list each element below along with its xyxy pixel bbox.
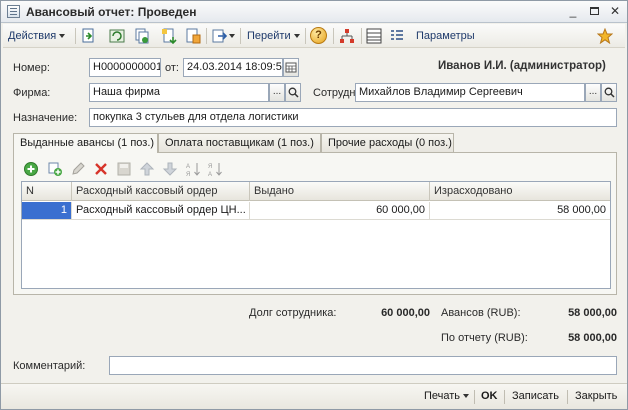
employee-field[interactable]: Михайлов Владимир Сергеевич <box>355 83 585 102</box>
issued-cell[interactable]: 60 000,00 <box>250 202 430 220</box>
column-header-issued[interactable]: Выдано <box>250 182 430 201</box>
number-field[interactable]: Н0000000001 <box>89 58 161 77</box>
firm-select-button[interactable]: ... <box>269 83 285 102</box>
chevron-down-icon[interactable] <box>229 34 235 38</box>
maximize-icon <box>589 7 599 15</box>
current-user-label: Иванов И.И. (администратор) <box>438 60 606 72</box>
advances-value: 58 000,00 <box>568 307 617 319</box>
favorite-star-icon[interactable] <box>597 28 613 44</box>
move-down-icon[interactable] <box>162 161 178 177</box>
end-edit-icon[interactable] <box>116 161 132 177</box>
goto-label: Перейти <box>247 30 291 42</box>
report-value: 58 000,00 <box>568 332 617 344</box>
maximize-button[interactable] <box>586 4 602 19</box>
table-row[interactable]: 1 Расходный кассовый ордер ЦН... 60 000,… <box>22 202 610 220</box>
firm-field[interactable]: Наша фирма <box>89 83 269 102</box>
debt-value: 60 000,00 <box>381 307 430 319</box>
advances-table[interactable]: N Расходный кассовый ордер Выдано Израсх… <box>21 181 611 289</box>
table-view-icon[interactable] <box>366 28 382 44</box>
date-field[interactable]: 24.03.2014 18:09:54 <box>183 58 283 77</box>
search-icon <box>604 87 615 98</box>
debt-label: Долг сотрудника: <box>249 307 337 319</box>
table-header: N Расходный кассовый ордер Выдано Израсх… <box>22 182 610 201</box>
toolbar: Действия Перейти ? Параметры <box>3 24 625 48</box>
svg-text:A: A <box>208 172 212 177</box>
comment-field[interactable] <box>109 356 617 375</box>
bottom-separator <box>567 390 568 404</box>
help-icon[interactable]: ? <box>310 27 327 44</box>
post-document-icon[interactable] <box>81 28 97 44</box>
date-prefix-label: от: <box>165 62 179 74</box>
refresh-icon[interactable] <box>109 28 125 44</box>
tab-other-expenses[interactable]: Прочие расходы (0 поз.) <box>321 133 454 152</box>
svg-text:A: A <box>186 164 190 170</box>
firm-label: Фирма: <box>13 87 51 99</box>
ok-button[interactable]: OK <box>481 390 498 402</box>
toolbar-separator <box>75 28 76 44</box>
structure-hierarchy-icon[interactable] <box>339 28 355 44</box>
save-button[interactable]: Записать <box>512 390 559 402</box>
column-header-spent[interactable]: Израсходовано <box>430 182 610 201</box>
calendar-icon <box>285 62 297 73</box>
fill-based-on-icon[interactable] <box>161 28 177 44</box>
purpose-label: Назначение: <box>13 112 78 124</box>
delete-row-icon[interactable] <box>93 161 109 177</box>
copy-document-icon[interactable] <box>134 28 150 44</box>
close-window-button[interactable]: ✕ <box>607 4 623 19</box>
svg-text:Я: Я <box>208 164 212 170</box>
actions-label: Действия <box>8 30 57 42</box>
comment-label: Комментарий: <box>13 360 86 372</box>
close-button[interactable]: Закрыть <box>575 390 617 402</box>
print-menu-button[interactable]: Печать <box>424 390 470 402</box>
report-label: По отчету (RUB): <box>441 332 528 344</box>
toolbar-separator <box>240 28 241 44</box>
bottom-button-bar: Печать OK Записать Закрыть <box>1 383 627 409</box>
print-label: Печать <box>424 390 461 402</box>
column-header-cash-order[interactable]: Расходный кассовый ордер <box>72 182 250 201</box>
toolbar-separator <box>361 28 362 44</box>
spent-cell[interactable]: 58 000,00 <box>430 202 610 220</box>
goto-menu-button[interactable]: Перейти <box>247 27 300 45</box>
search-icon <box>288 87 299 98</box>
minimize-button[interactable]: _ <box>565 4 581 19</box>
employee-search-button[interactable] <box>601 83 617 102</box>
title-bar: Авансовый отчет: Проведен _ ✕ <box>1 1 627 23</box>
document-icon <box>7 5 20 18</box>
movements-icon[interactable] <box>185 28 201 44</box>
employee-select-button[interactable]: ... <box>585 83 601 102</box>
bottom-separator <box>504 390 505 404</box>
toolbar-separator <box>305 28 306 44</box>
toolbar-separator <box>206 28 207 44</box>
edit-row-icon[interactable] <box>70 161 86 177</box>
copy-row-icon[interactable] <box>47 161 63 177</box>
chevron-down-icon <box>463 394 470 399</box>
advance-report-window: Авансовый отчет: Проведен _ ✕ Действия П… <box>0 0 628 410</box>
number-label: Номер: <box>13 62 50 74</box>
chevron-down-icon <box>293 34 300 39</box>
row-number-cell[interactable]: 1 <box>22 202 72 220</box>
toolbar-separator <box>333 28 334 44</box>
column-header-n[interactable]: N <box>22 182 72 201</box>
list-settings-icon[interactable] <box>389 28 405 44</box>
add-row-icon[interactable] <box>23 161 39 177</box>
advances-label: Авансов (RUB): <box>441 307 521 319</box>
chevron-down-icon <box>59 34 66 39</box>
tab-supplier-payments[interactable]: Оплата поставщикам (1 поз.) <box>158 133 321 152</box>
purpose-field[interactable]: покупка 3 стульев для отдела логистики <box>89 108 617 127</box>
window-title: Авансовый отчет: Проведен <box>26 5 197 19</box>
bottom-separator <box>474 390 475 404</box>
svg-text:Я: Я <box>186 172 190 177</box>
actions-menu-button[interactable]: Действия <box>8 27 66 45</box>
cash-order-cell[interactable]: Расходный кассовый ордер ЦН... <box>72 202 250 220</box>
tab-issued-advances[interactable]: Выданные авансы (1 поз.) <box>13 133 158 153</box>
firm-search-button[interactable] <box>285 83 301 102</box>
move-up-icon[interactable] <box>139 161 155 177</box>
params-button[interactable]: Параметры <box>416 27 475 45</box>
sort-descending-icon[interactable]: ЯA <box>207 161 223 177</box>
calendar-button[interactable] <box>283 58 299 77</box>
enter-based-on-icon[interactable] <box>212 28 228 44</box>
sort-ascending-icon[interactable]: AЯ <box>185 161 201 177</box>
